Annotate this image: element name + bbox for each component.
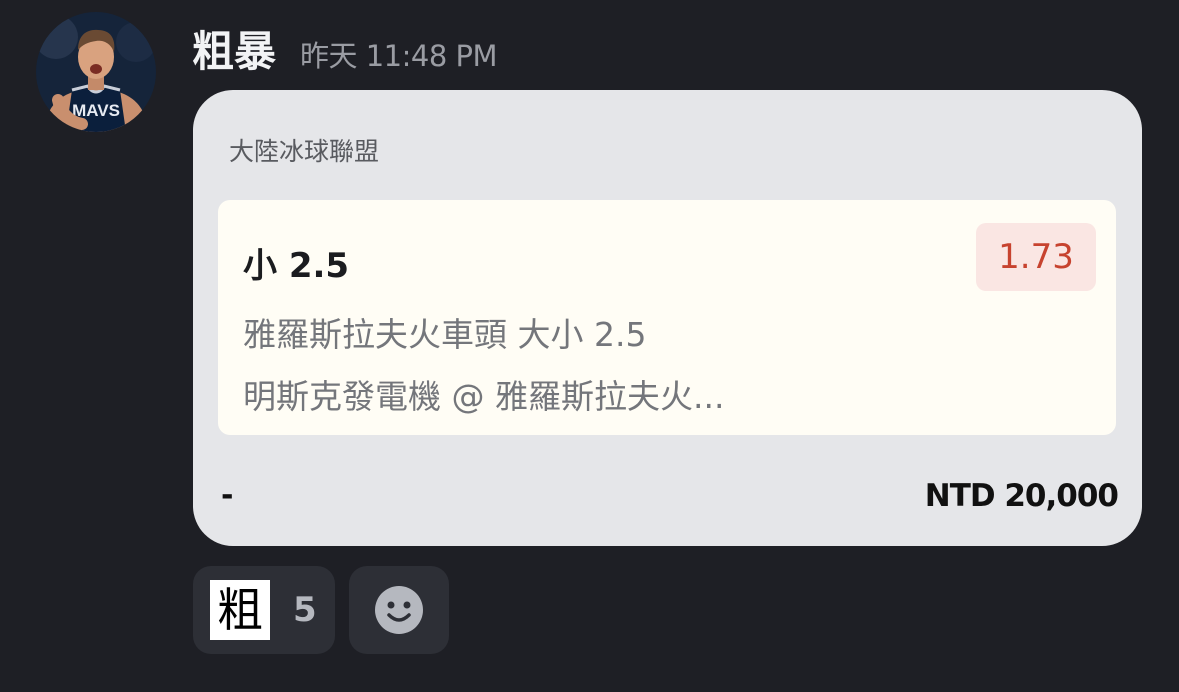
timestamp: 昨天 11:48 PM [300,39,498,73]
jersey-text: MAVS [72,101,120,120]
add-reaction-button[interactable] [349,566,449,654]
reaction-emoji: 粗 [210,580,270,640]
smiley-face-icon [374,585,424,635]
bet-selection-box[interactable]: 小 2.5 1.73 雅羅斯拉夫火車頭 大小 2.5 明斯克發電機 @ 雅羅斯拉… [218,200,1116,435]
bet-status: - [221,478,234,513]
avatar[interactable]: MAVS [36,12,156,132]
message-header: 粗暴 昨天 11:48 PM [192,18,498,76]
reaction-button[interactable]: 粗 5 [193,566,335,654]
league-name: 大陸冰球聯盟 [229,137,380,166]
selection-label: 小 2.5 [243,246,350,286]
bet-card: 大陸冰球聯盟 小 2.5 1.73 雅羅斯拉夫火車頭 大小 2.5 明斯克發電機… [193,90,1142,546]
matchup-label: 明斯克發電機 @ 雅羅斯拉夫火... [243,377,725,416]
market-label: 雅羅斯拉夫火車頭 大小 2.5 [243,315,647,354]
reaction-count: 5 [293,590,317,630]
stake-amount: NTD 20,000 [924,478,1119,514]
username[interactable]: 粗暴 [192,18,276,79]
odds-badge: 1.73 [976,223,1096,291]
